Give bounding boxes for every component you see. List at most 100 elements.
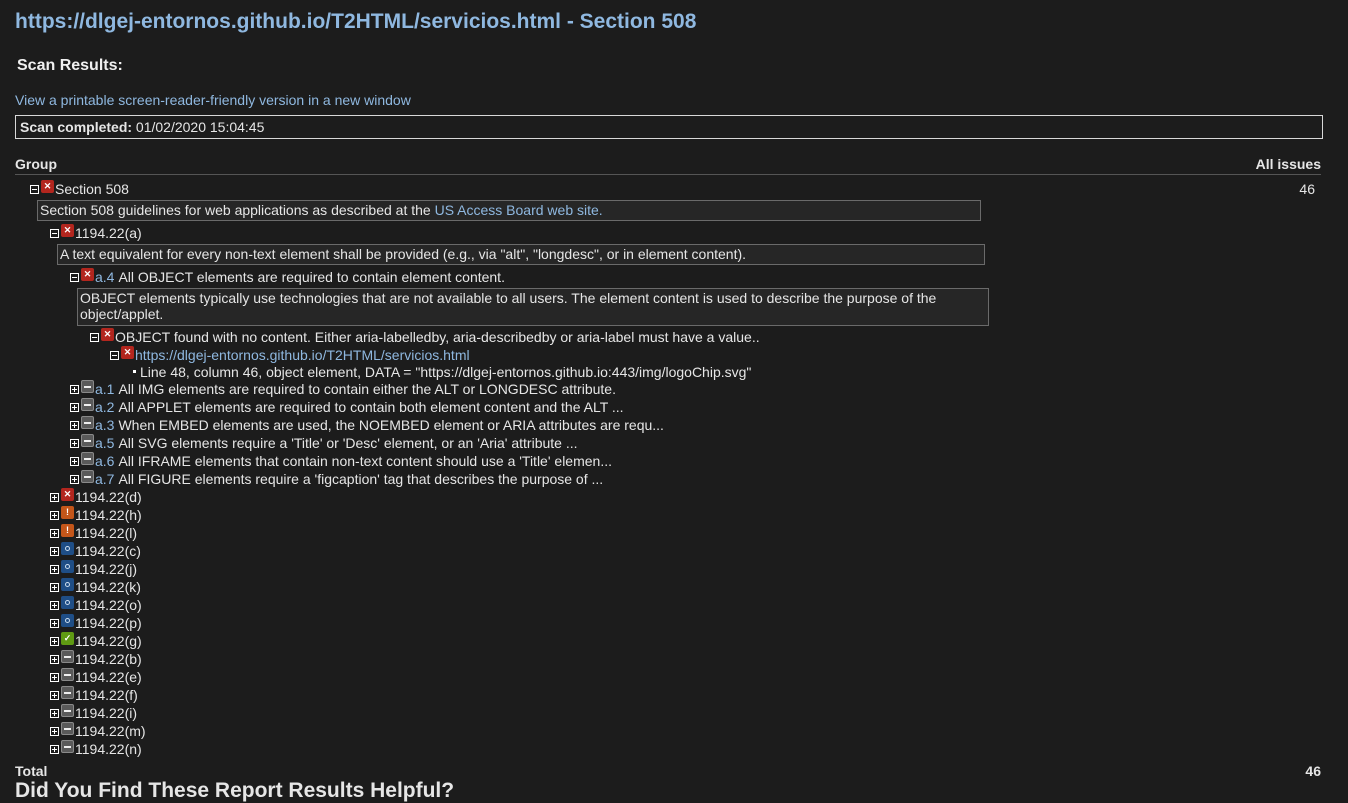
rule-text: When EMBED elements are used, the NOEMBE… (118, 417, 664, 433)
finding-detail-text: Line 48, column 46, object element, DATA… (140, 364, 752, 380)
error-icon: ✕ (121, 346, 134, 359)
tree-item-rule-a6[interactable]: a.6 All IFRAME elements that contain non… (70, 452, 612, 470)
tree-item-group[interactable]: ✕ 1194.22(d) (50, 488, 142, 506)
bullet-icon (133, 369, 136, 373)
collapse-toggle[interactable] (70, 273, 79, 282)
tree-item-group[interactable]: ✓ 1194.22(g) (50, 632, 142, 650)
tree-item-group[interactable]: 1194.22(c) (50, 542, 141, 560)
expand-toggle[interactable] (50, 529, 59, 538)
tree-item-1194-22-a[interactable]: ✕ 1194.22(a) (50, 224, 142, 242)
group-label: 1194.22(g) (75, 633, 142, 649)
expand-toggle[interactable] (50, 619, 59, 628)
tree-item-rule-a4[interactable]: ✕ a.4 All OBJECT elements are required t… (70, 268, 505, 286)
group-label: 1194.22(a) (75, 225, 142, 241)
not-applicable-icon (81, 380, 94, 393)
info-icon (61, 614, 74, 627)
us-access-board-link[interactable]: US Access Board web site. (435, 202, 603, 218)
group-label: 1194.22(e) (75, 669, 142, 685)
tree-item-rule-a1[interactable]: a.1 All IMG elements are required to con… (70, 380, 616, 398)
tree-item-rule-a2[interactable]: a.2 All APPLET elements are required to … (70, 398, 624, 416)
tree-item-group[interactable]: 1194.22(b) (50, 650, 142, 668)
expand-toggle[interactable] (50, 493, 59, 502)
expand-toggle[interactable] (50, 637, 59, 646)
group-label: 1194.22(j) (75, 561, 138, 577)
group-label: 1194.22(m) (75, 723, 146, 739)
error-icon: ✕ (101, 328, 114, 341)
info-icon (61, 542, 74, 555)
tree-item-group[interactable]: 1194.22(e) (50, 668, 142, 686)
info-icon (61, 560, 74, 573)
feedback-heading: Did You Find These Report Results Helpfu… (15, 779, 455, 802)
expand-toggle[interactable] (50, 691, 59, 700)
error-icon: ✕ (61, 224, 74, 237)
tree-item-group[interactable]: 1194.22(j) (50, 560, 138, 578)
tree-item-group[interactable]: 1194.22(m) (50, 722, 146, 740)
tree-item-group[interactable]: ! 1194.22(l) (50, 524, 138, 542)
expand-toggle[interactable] (50, 583, 59, 592)
not-applicable-icon (61, 668, 74, 681)
tree-item-finding[interactable]: ✕ OBJECT found with no content. Either a… (90, 328, 760, 346)
info-icon (61, 596, 74, 609)
not-applicable-icon (61, 722, 74, 735)
collapse-toggle[interactable] (30, 185, 39, 194)
rule-text: All SVG elements require a 'Title' or 'D… (118, 435, 578, 451)
expand-toggle[interactable] (50, 745, 59, 754)
expand-toggle[interactable] (50, 673, 59, 682)
expand-toggle[interactable] (50, 727, 59, 736)
group-label: 1194.22(l) (75, 525, 138, 541)
expand-toggle[interactable] (70, 421, 79, 430)
collapse-toggle[interactable] (90, 333, 99, 342)
group-label: 1194.22(c) (75, 543, 141, 559)
tree-item-group[interactable]: ! 1194.22(h) (50, 506, 142, 524)
rule-code-link[interactable]: a.7 (95, 471, 114, 488)
not-applicable-icon (81, 452, 94, 465)
rule-code-link[interactable]: a.5 (95, 435, 114, 452)
not-applicable-icon (61, 650, 74, 663)
expand-toggle[interactable] (50, 565, 59, 574)
tree-item-group[interactable]: 1194.22(k) (50, 578, 141, 596)
group-description: A text equivalent for every non-text ele… (57, 244, 985, 265)
scan-completed-box: Scan completed: 01/02/2020 15:04:45 (15, 115, 1323, 139)
tree-item-group[interactable]: 1194.22(f) (50, 686, 138, 704)
tree-item-section-508[interactable]: ✕ Section 508 (30, 180, 129, 198)
rule-code-link[interactable]: a.1 (95, 381, 114, 398)
tree-item-rule-a5[interactable]: a.5 All SVG elements require a 'Title' o… (70, 434, 578, 452)
rule-code-link[interactable]: a.6 (95, 453, 114, 470)
expand-toggle[interactable] (50, 601, 59, 610)
expand-toggle[interactable] (70, 439, 79, 448)
total-value: 46 (1305, 763, 1321, 779)
expand-toggle[interactable] (70, 457, 79, 466)
group-label: 1194.22(p) (75, 615, 142, 631)
not-applicable-icon (81, 398, 94, 411)
rule-text: All IFRAME elements that contain non-tex… (118, 453, 612, 469)
group-label: 1194.22(d) (75, 489, 142, 505)
finding-url-link[interactable]: https://dlgej-entornos.github.io/T2HTML/… (135, 347, 470, 364)
rule-code-link[interactable]: a.4 (95, 269, 114, 286)
tree-item-group[interactable]: 1194.22(i) (50, 704, 137, 722)
expand-toggle[interactable] (70, 403, 79, 412)
tree-item-rule-a7[interactable]: a.7 All FIGURE elements require a 'figca… (70, 470, 603, 488)
not-applicable-icon (61, 704, 74, 717)
expand-toggle[interactable] (50, 709, 59, 718)
tree-item-finding-url[interactable]: ✕ https://dlgej-entornos.github.io/T2HTM… (110, 346, 470, 364)
tree-item-group[interactable]: 1194.22(n) (50, 740, 142, 758)
error-icon: ✕ (81, 268, 94, 281)
rule-code-link[interactable]: a.3 (95, 417, 114, 434)
rule-code-link[interactable]: a.2 (95, 399, 114, 416)
expand-toggle[interactable] (50, 655, 59, 664)
tree-item-rule-a3[interactable]: a.3 When EMBED elements are used, the NO… (70, 416, 664, 434)
expand-toggle[interactable] (70, 475, 79, 484)
rule-text: All IMG elements are required to contain… (118, 381, 616, 397)
expand-toggle[interactable] (70, 385, 79, 394)
group-label: 1194.22(h) (75, 507, 142, 523)
collapse-toggle[interactable] (50, 229, 59, 238)
tree-item-group[interactable]: 1194.22(o) (50, 596, 142, 614)
expand-toggle[interactable] (50, 547, 59, 556)
section-description-text: Section 508 guidelines for web applicati… (40, 202, 431, 218)
expand-toggle[interactable] (50, 511, 59, 520)
printable-version-link[interactable]: View a printable screen-reader-friendly … (15, 92, 411, 108)
check-icon: ✓ (61, 632, 74, 645)
tree-item-group[interactable]: 1194.22(p) (50, 614, 142, 632)
total-label: Total (15, 763, 48, 779)
collapse-toggle[interactable] (110, 351, 119, 360)
